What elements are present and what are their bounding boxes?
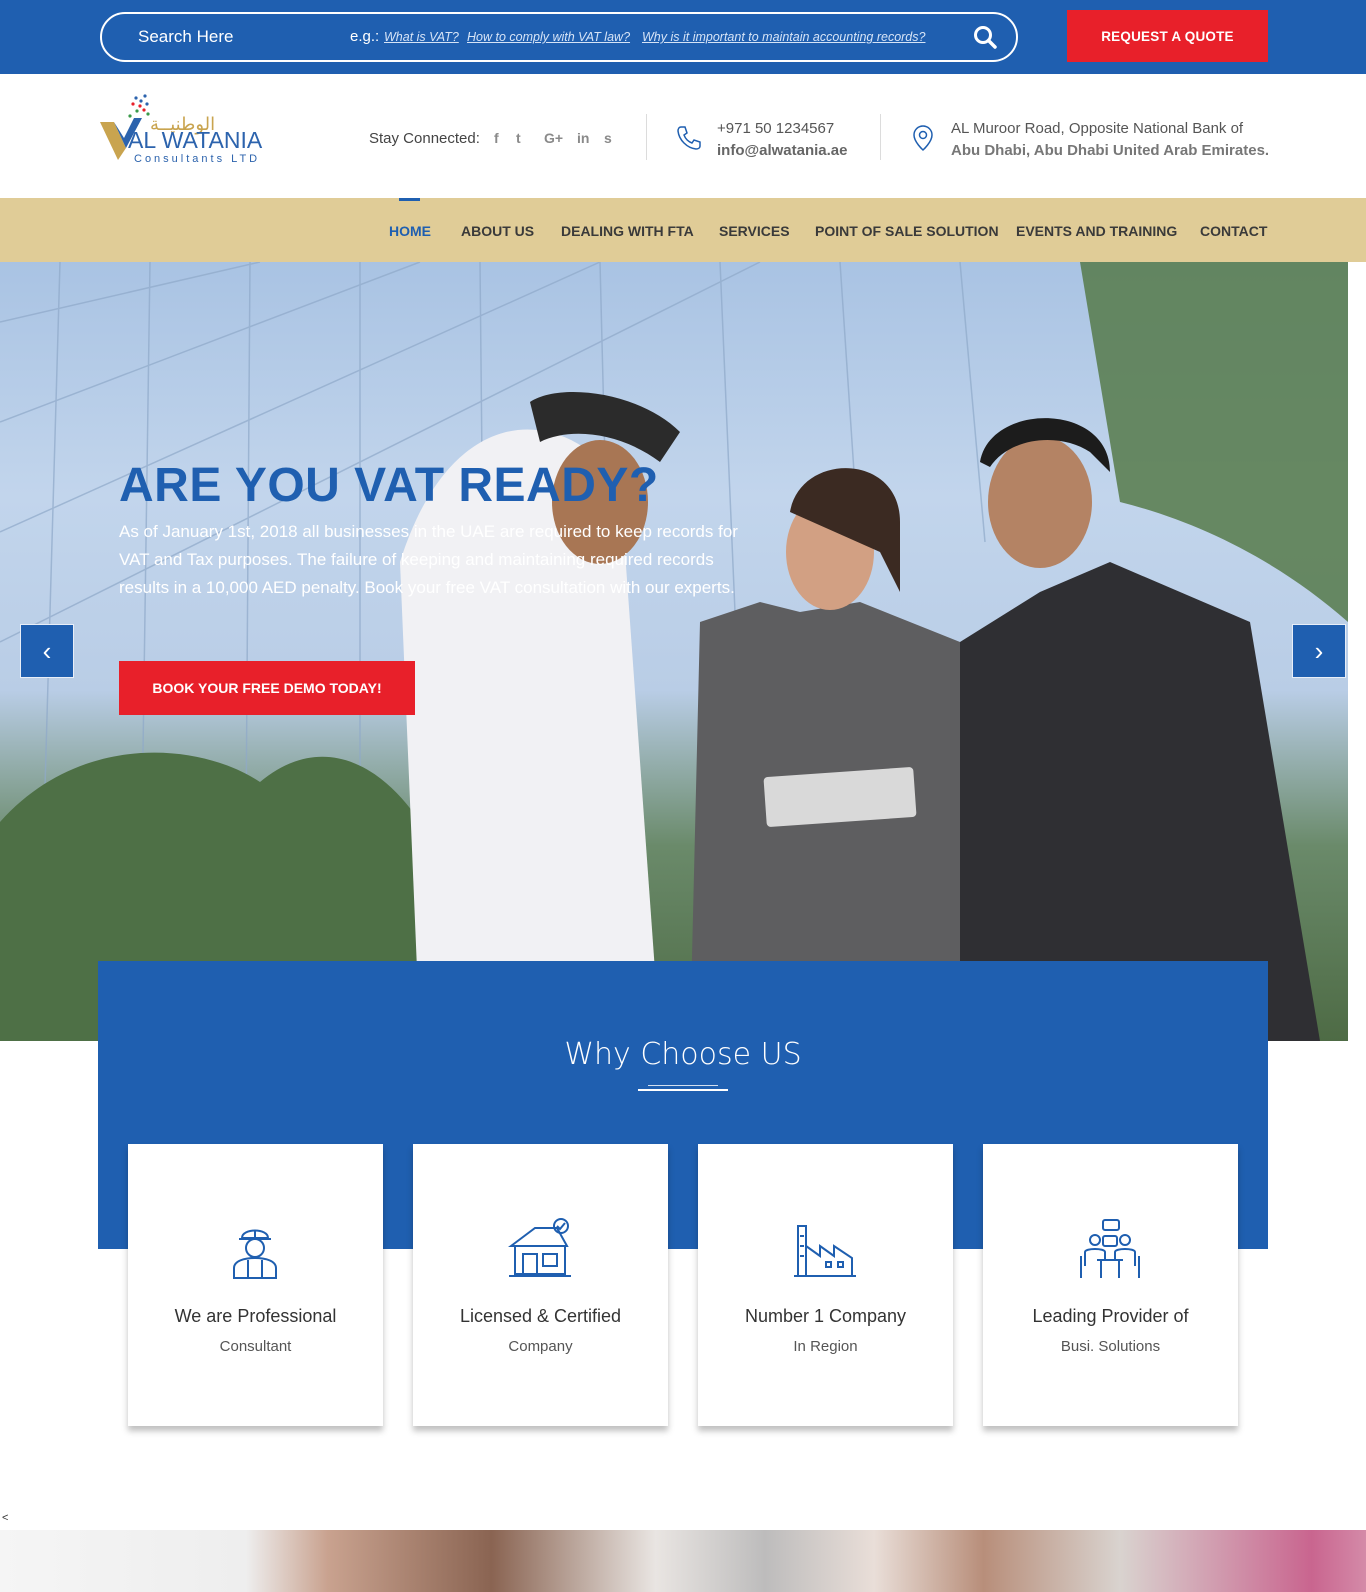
- search-icon[interactable]: [972, 24, 998, 50]
- nav-active-indicator: [399, 198, 420, 201]
- nav-home[interactable]: HOME: [389, 223, 431, 239]
- feature-card: Number 1 Company In Region: [698, 1144, 953, 1426]
- hero-description: As of January 1st, 2018 all businesses i…: [119, 522, 738, 597]
- slider-next-button[interactable]: ›: [1292, 624, 1346, 678]
- linkedin-icon[interactable]: in: [577, 130, 589, 146]
- card-title: Leading Provider of: [1032, 1306, 1189, 1326]
- bottom-section-image: [0, 1530, 1366, 1592]
- email-address[interactable]: info@alwatania.ae: [717, 142, 848, 159]
- phone-icon: [677, 126, 701, 150]
- title-underline: [648, 1085, 718, 1086]
- card-title: Number 1 Company: [744, 1306, 907, 1326]
- chevron-right-icon: ›: [1314, 635, 1324, 666]
- meeting-icon: [1080, 1219, 1140, 1278]
- card-subtitle: Consultant: [219, 1338, 292, 1355]
- nav-dealing-with-fta[interactable]: DEALING WITH FTA: [561, 223, 694, 239]
- nav-point-of-sale-solution[interactable]: POINT OF SALE SOLUTION: [815, 223, 999, 239]
- card-title: Licensed & Certified: [459, 1306, 622, 1326]
- site-header: الوطنيــة AL WATANIA Consultants LTD Sta…: [0, 74, 1366, 198]
- twitter-icon[interactable]: t: [516, 130, 521, 146]
- request-quote-button[interactable]: REQUEST A QUOTE: [1067, 10, 1268, 62]
- worker-icon: [233, 1229, 277, 1279]
- address-line-2: Abu Dhabi, Abu Dhabi United Arab Emirate…: [951, 142, 1270, 159]
- skype-icon[interactable]: s: [604, 130, 612, 146]
- divider: [880, 114, 881, 160]
- phone-number[interactable]: +971 50 1234567: [717, 120, 834, 137]
- nav-events-and-training[interactable]: EVENTS AND TRAINING: [1016, 223, 1177, 239]
- feature-card: We are Professional Consultant: [128, 1144, 383, 1426]
- company-logo[interactable]: الوطنيــة AL WATANIA Consultants LTD: [100, 92, 275, 172]
- card-subtitle: In Region: [793, 1338, 858, 1355]
- factory-icon: [794, 1225, 856, 1277]
- feature-card: Leading Provider of Busi. Solutions: [983, 1144, 1238, 1426]
- book-demo-button[interactable]: BOOK YOUR FREE DEMO TODAY!: [119, 661, 415, 715]
- facebook-icon[interactable]: f: [494, 130, 499, 146]
- hero-background-image: [0, 262, 1348, 1041]
- search-example-link[interactable]: How to comply with VAT law?: [467, 30, 630, 44]
- slider-prev-button[interactable]: ‹: [20, 624, 74, 678]
- location-pin-icon: [913, 125, 933, 152]
- examples-label: e.g.:: [350, 28, 380, 45]
- nav-services[interactable]: SERVICES: [719, 223, 790, 239]
- nav-about-us[interactable]: ABOUT US: [461, 223, 534, 239]
- main-nav: HOME ABOUT US DEALING WITH FTA SERVICES …: [0, 198, 1366, 262]
- card-title: We are Professional: [174, 1306, 337, 1326]
- hero-slider: ARE YOU VAT READY? As of January 1st, 20…: [0, 262, 1348, 1041]
- search-bar[interactable]: Search Here e.g.: What is VAT? How to co…: [100, 12, 1018, 62]
- logo-graphic: الوطنيــة AL WATANIA Consultants LTD: [100, 94, 263, 165]
- search-input[interactable]: Search Here: [138, 27, 233, 47]
- section-title: Why Choose US: [564, 1037, 802, 1072]
- stay-connected-label: Stay Connected:: [369, 130, 480, 147]
- search-example-link[interactable]: What is VAT?: [384, 30, 459, 44]
- chevron-left-icon: ‹: [42, 635, 52, 666]
- nav-contact[interactable]: CONTACT: [1200, 223, 1267, 239]
- search-example-link[interactable]: Why is it important to maintain accounti…: [642, 30, 925, 44]
- feature-card: Licensed & Certified Company: [413, 1144, 668, 1426]
- card-subtitle: Busi. Solutions: [1060, 1338, 1161, 1355]
- svg-text:Consultants LTD: Consultants LTD: [134, 153, 260, 165]
- divider: [646, 114, 647, 160]
- address-line-1: AL Muroor Road, Opposite National Bank o…: [951, 120, 1244, 137]
- certified-building-icon: [508, 1218, 571, 1277]
- title-underline: [638, 1089, 728, 1091]
- hero-title: ARE YOU VAT READY?: [119, 459, 659, 512]
- google-plus-icon[interactable]: G+: [544, 130, 563, 146]
- svg-text:AL WATANIA: AL WATANIA: [128, 127, 263, 153]
- stray-text: <: [2, 1512, 9, 1524]
- top-bar: Search Here e.g.: What is VAT? How to co…: [0, 0, 1366, 74]
- card-subtitle: Company: [508, 1338, 573, 1355]
